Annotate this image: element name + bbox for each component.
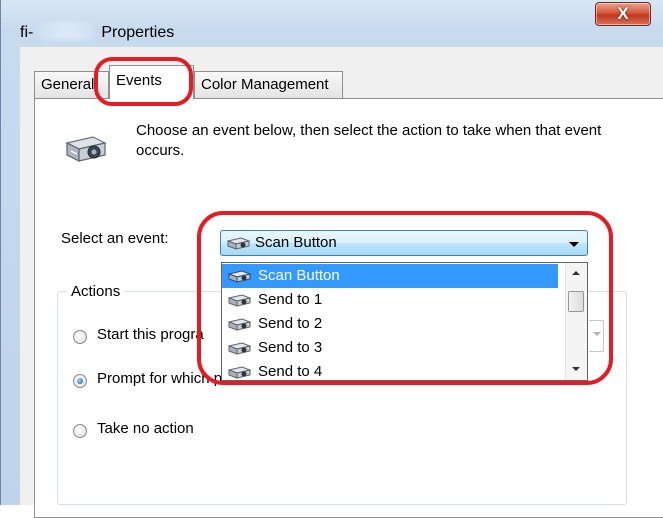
select-event-label: Select an event: [61,230,169,247]
scrollbar-thumb[interactable] [568,291,584,312]
scanner-icon [228,342,252,355]
radio-prompt-program[interactable] [73,374,87,388]
tab-events[interactable]: Events [109,65,194,99]
scanner-icon [65,136,107,162]
event-description: Choose an event below, then select the a… [136,122,602,159]
window-title: fi- Properties [20,22,174,42]
radio-start-program[interactable] [73,330,87,344]
scanner-icon [228,318,252,331]
option-label: Send to 1 [258,291,323,308]
redacted-model-name [39,22,96,40]
title-suffix: Properties [101,24,175,41]
tab-general-label: General [41,76,95,93]
scanner-icon [228,366,252,379]
tab-color-management[interactable]: Color Management [194,71,343,98]
option-label: Scan Button [258,267,340,284]
scanner-icon [228,270,252,283]
option-label: Send to 3 [258,339,323,356]
scroll-down-arrow-icon[interactable] [568,361,585,378]
start-program-label[interactable]: Start this progra [97,326,204,343]
tab-events-label: Events [116,72,162,89]
tab-general[interactable]: General [34,71,109,98]
title-bar[interactable]: fi- Properties X [1,0,663,46]
close-icon: X [617,4,629,23]
scanner-icon [228,294,252,307]
dropdown-option-scan-button[interactable]: Scan Button [222,264,558,288]
actions-group-label: Actions [67,283,125,300]
dropdown-scrollbar[interactable] [565,263,587,380]
properties-window: fi- Properties X General Events Color Man… [0,0,663,518]
dropdown-option-send-to-3[interactable]: Send to 3 [222,336,558,360]
option-label: Send to 2 [258,315,323,332]
scroll-up-arrow-icon[interactable] [568,265,585,282]
dropdown-option-send-to-2[interactable]: Send to 2 [222,312,558,336]
scanner-icon [227,237,251,250]
dropdown-option-send-to-1[interactable]: Send to 1 [222,288,558,312]
prompt-program-label[interactable]: Prompt for which pro [97,370,235,387]
title-prefix: fi- [20,24,34,41]
selected-event-value: Scan Button [255,234,337,251]
event-select-combobox[interactable]: Scan Button [220,230,588,256]
radio-no-action[interactable] [73,424,87,438]
dropdown-option-send-to-4[interactable]: Send to 4 [222,360,558,380]
no-action-label[interactable]: Take no action [97,420,194,437]
option-label: Send to 4 [258,363,323,380]
chevron-down-icon [593,332,601,336]
close-button[interactable]: X [595,2,651,26]
event-dropdown-list[interactable]: Scan Button Send to 1 Send to 2 Send to … [221,262,588,381]
program-select-edge[interactable] [589,320,604,352]
tab-color-label: Color Management [201,76,329,93]
chevron-down-icon[interactable] [569,242,579,247]
